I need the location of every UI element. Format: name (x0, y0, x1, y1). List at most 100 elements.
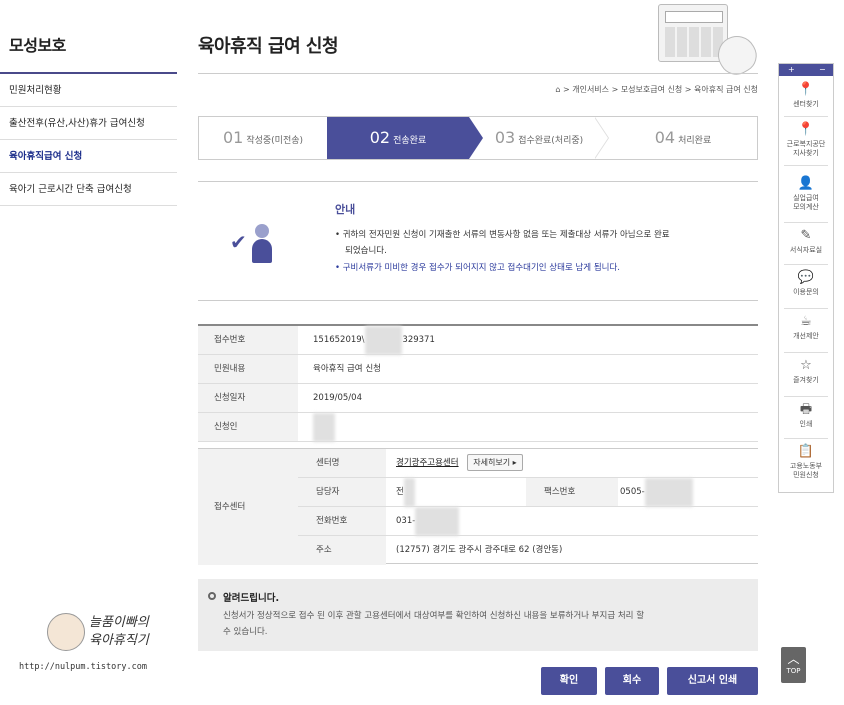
detail-view-button[interactable]: 자세히보기 ▸ (467, 454, 523, 471)
table-row: 주소 (12757) 경기도 광주시 광주대로 62 (경안동) (298, 536, 758, 565)
reception-center-table: 접수센터 센터명 경기광주고용센터 자세히보기 ▸ 담당자 전00 팩스번호 0… (198, 448, 758, 565)
quick-item-benefit-calculator[interactable]: 👤 실업급여 모의계산 (779, 176, 833, 212)
quick-item-inquiry[interactable]: 💬 이용문의 (779, 270, 833, 297)
star-icon: ☆ (800, 358, 812, 373)
person-icon (252, 224, 272, 263)
date-value: 2019/05/04 (313, 393, 362, 403)
step-arrow (594, 117, 608, 159)
table-row: 신청일자 2019/05/04 (198, 384, 758, 413)
table-row: 접수번호 151652019\0000000329371 (198, 326, 758, 355)
quick-item-forms[interactable]: ✎ 서식자료실 (779, 228, 833, 255)
print-form-button[interactable]: 신고서 인쇄 (667, 667, 758, 695)
step-1-label: 작성중(미전송) (246, 136, 304, 146)
step-2-active: 02 전송완료 (327, 117, 469, 159)
zoom-out-icon[interactable]: − (819, 64, 826, 76)
blog-url: http://nulpum.tistory.com (19, 662, 147, 672)
avatar-face-icon (47, 613, 85, 651)
sidebar-item-parental-leave[interactable]: 육아휴직급여 신청 (0, 140, 177, 173)
quick-item-moel-petition[interactable]: 📋 고용노동부 민원신청 (779, 444, 833, 480)
breadcrumb: ⌂ > 개인서비스 > 모성보호급여 신청 > 육아휴직 급여 신청 (555, 84, 758, 95)
page-title: 육아휴직 급여 신청 (198, 36, 339, 57)
step-4: 04 처리완료 (609, 117, 757, 159)
withdraw-button[interactable]: 회수 (605, 667, 659, 695)
notice-line-1: • 귀하의 전자민원 신청이 기재출한 서류의 변동사항 없음 또는 제출대상 … (335, 230, 670, 240)
quick-item-branch-search[interactable]: 📍 근로복지공단 지사찾기 (779, 122, 833, 158)
blog-logo: 늘품이빠의 육아휴직기 (47, 609, 177, 659)
step-3-number: 03 (494, 128, 516, 147)
applicant-value: 0000 (313, 413, 335, 442)
progress-steps: 01 작성중(미전송) 02 전송완료 03 접수완료(처리중) 04 처리완료 (198, 116, 758, 160)
receipt-number-label: 접수번호 (198, 326, 298, 354)
center-name-label: 센터명 (298, 449, 386, 477)
applicant-label: 신청인 (198, 413, 298, 441)
top-label: TOP (786, 667, 801, 675)
location-pin-icon: 📍 (797, 122, 815, 137)
chevron-up-icon: ︿ (787, 652, 800, 666)
fax-label: 팩스번호 (526, 478, 618, 506)
left-sidebar: 모성보호 민원처리현황 출산전후(유산,사산)휴가 급여신청 육아휴직급여 신청… (0, 0, 178, 705)
step-1-number: 01 (222, 128, 244, 147)
phone-value: 031-00000000 (396, 507, 459, 536)
title-divider (198, 73, 758, 74)
fax-value: 0505-000000000 (620, 478, 694, 507)
scroll-top-button[interactable]: ︿ TOP (781, 647, 806, 683)
table-row: 신청인 0000 (198, 413, 758, 442)
confirm-button[interactable]: 확인 (541, 667, 597, 695)
application-info-table: 접수번호 151652019\0000000329371 민원내용 육아휴직 급… (198, 324, 758, 442)
center-name-value: 경기광주고용센터 자세히보기 ▸ (396, 449, 523, 478)
receipt-number-value: 151652019\0000000329371 (313, 326, 435, 355)
person-icon: 👤 (797, 176, 815, 191)
logo-text-line2: 육아휴직기 (89, 633, 149, 648)
printer-icon: 🖶 (799, 402, 813, 417)
sidebar-item-status[interactable]: 민원처리현황 (0, 74, 177, 107)
sidebar-title: 모성보호 (9, 36, 66, 55)
quick-menu-header: + − (779, 64, 833, 76)
location-pin-icon: 📍 (797, 82, 815, 97)
document-icon: 📋 (797, 444, 815, 459)
quick-item-suggestion[interactable]: ☕ 개선제안 (779, 314, 833, 341)
date-label: 신청일자 (198, 384, 298, 412)
home-icon[interactable]: ⌂ (555, 85, 560, 94)
quick-menu: + − 📍 센터찾기 📍 근로복지공단 지사찾기 👤 실업급여 모의계산 ✎ 서식자… (778, 63, 834, 493)
zoom-in-icon[interactable]: + (788, 64, 795, 76)
manager-label: 담당자 (298, 478, 386, 506)
step-3-label: 접수완료(처리중) (518, 136, 584, 146)
alert-title: 알려드립니다. (223, 593, 280, 604)
table-row: 담당자 전00 팩스번호 0505-000000000 (298, 478, 758, 507)
quick-item-center-search[interactable]: 📍 센터찾기 (779, 82, 833, 109)
notice-line-3: • 구비서류가 미비한 경우 접수가 되어지지 않고 접수대기인 상태로 남게 … (335, 263, 620, 273)
step-1: 01 작성중(미전송) (199, 117, 327, 159)
notice-box: ✔ 안내 • 귀하의 전자민원 신청이 기재출한 서류의 변동사항 없음 또는 … (198, 181, 758, 301)
step-2-number: 02 (369, 128, 391, 147)
address-label: 주소 (298, 536, 386, 565)
quick-item-print[interactable]: 🖶 인쇄 (779, 402, 833, 429)
checkmark-icon: ✔ (230, 230, 247, 254)
notice-title: 안내 (335, 203, 356, 216)
sidebar-item-maternity-leave[interactable]: 출산전후(유산,사산)휴가 급여신청 (0, 107, 177, 140)
address-value: (12757) 경기도 광주시 광주대로 62 (경안동) (396, 545, 563, 555)
table-row: 센터명 경기광주고용센터 자세히보기 ▸ (298, 449, 758, 478)
edit-icon: ✎ (800, 228, 812, 243)
logo-text-line1: 늘품이빠의 (89, 615, 149, 630)
table-row: 민원내용 육아휴직 급여 신청 (198, 355, 758, 384)
info-bullet-icon (208, 592, 216, 600)
manager-value: 전00 (396, 478, 415, 507)
alert-box: 알려드립니다. 신청서가 정상적으로 접수 된 이후 관할 고용센터에서 대상여… (198, 579, 758, 651)
alert-line-2: 수 있습니다. (223, 627, 268, 637)
phone-label: 전화번호 (298, 507, 386, 535)
center-label: 접수센터 (198, 449, 298, 565)
center-name-link[interactable]: 경기광주고용센터 (396, 458, 459, 468)
content-label: 민원내용 (198, 355, 298, 383)
alert-line-1: 신청서가 정상적으로 접수 된 이후 관할 고용센터에서 대상여부를 확인하여 … (223, 611, 645, 621)
table-row: 전화번호 031-00000000 (298, 507, 758, 536)
chat-bubble-icon: 💬 (797, 270, 815, 285)
step-4-label: 처리완료 (678, 136, 712, 146)
quick-item-favorites[interactable]: ☆ 즐겨찾기 (779, 358, 833, 385)
sidebar-item-reduced-hours[interactable]: 육아기 근로시간 단축 급여신청 (0, 173, 177, 206)
step-2-label: 전송완료 (393, 136, 427, 146)
coffee-cup-icon: ☕ (800, 314, 812, 329)
content-value: 육아휴직 급여 신청 (313, 364, 381, 374)
step-arrow (469, 117, 483, 159)
notice-line-2: 되었습니다. (345, 246, 387, 256)
breadcrumb-text: > 개인서비스 > 모성보호급여 신청 > 육아휴직 급여 신청 (562, 85, 758, 94)
